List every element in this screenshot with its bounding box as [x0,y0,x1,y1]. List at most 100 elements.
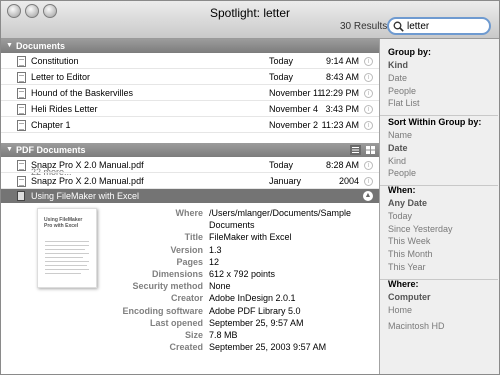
metadata-key: Last opened [149,317,203,328]
result-row[interactable]: Hound of the Baskervilles November 11 12:2… [1,86,379,101]
metadata-row: Title FileMaker with Excel [119,231,379,243]
spotlight-window: Spotlight: letter 30 Results ▼ Documents… [0,0,500,375]
results-count: 30 Results [340,21,388,32]
metadata-value: Adobe InDesign 2.0.1 [209,293,296,304]
result-name: Heli Rides Letter [31,104,98,114]
sidebar-option-home[interactable]: Home [388,305,412,315]
sidebar-option-today[interactable]: Today [388,211,412,221]
sidebar-option-date[interactable]: Date [388,73,407,83]
result-date: November 11 [269,88,323,98]
metadata-row: Where/Users/mlanger/Documents/Sample [119,207,379,219]
info-icon[interactable]: i [364,73,373,82]
sidebar-heading-where: Where: [388,279,419,289]
metadata-value: September 25, 2003 9:57 AM [209,342,327,353]
documents-group-header[interactable]: ▼ Documents [1,39,379,53]
sidebar-option-this-week[interactable]: This Week [388,236,430,246]
result-name: Using FileMaker with Excel [31,191,140,201]
result-date: November 4 [269,104,319,114]
document-icon [17,104,26,115]
sidebar-option-kind[interactable]: Kind [388,60,408,70]
result-time: 2004 [338,176,359,186]
result-time: 11:23 AM [321,120,359,130]
pdf-file-icon [17,191,25,201]
sidebar-option-people[interactable]: People [388,168,416,178]
document-icon [17,56,26,67]
info-icon[interactable]: i [364,161,373,170]
search-field[interactable] [387,17,491,35]
result-date: Today [269,72,294,82]
sidebar-option-this-month[interactable]: This Month [388,249,433,259]
result-row[interactable]: Letter to Editor Today 8:43 AM i [1,70,379,85]
metadata-value: 1.3 [209,244,222,255]
metadata-row: Security method None [119,280,379,292]
metadata-key: Creator [170,293,203,304]
result-time: 3:43 PM [325,104,359,114]
sidebar-option-computer[interactable]: Computer [388,292,431,302]
document-icon [17,88,26,99]
result-name: Constitution [31,56,79,66]
group-label: PDF Documents [16,145,86,155]
metadata-key: Version [170,244,203,255]
search-input[interactable] [407,20,487,33]
results-list: ▼ Documents Constitution Today 9:14 AM i Let… [1,39,379,374]
sidebar-option-people[interactable]: People [388,86,416,96]
collapse-info-icon[interactable]: ▲ [363,191,373,201]
info-icon[interactable]: i [364,121,373,130]
sidebar-option-kind[interactable]: Kind [388,156,406,166]
result-date: Today [269,160,294,170]
result-row[interactable]: Chapter 1 November 2 11:23 AM i [1,118,379,133]
info-icon[interactable]: i [364,57,373,66]
metadata-row: Dimensions 612 x 792 points [119,268,379,280]
sidebar-option-name[interactable]: Name [388,130,412,140]
sidebar-option-any-date[interactable]: Any Date [388,198,427,208]
search-icon [393,21,404,32]
document-icon [17,176,26,187]
document-icon [17,120,26,131]
selected-result-row[interactable]: Using FileMaker with Excel ▲ [1,189,379,203]
grid-view-icon[interactable] [365,145,376,155]
result-time: 12:29 PM [320,88,359,98]
disclosure-down-icon[interactable]: ▼ [6,143,13,157]
metadata-value: 12 [209,256,220,267]
sidebar-option-this-year[interactable]: This Year [388,262,426,272]
result-row[interactable]: Constitution Today 9:14 AM i [1,54,379,69]
metadata-value: None [209,281,231,292]
sidebar-heading-when: When: [388,185,416,195]
metadata-key: Created [169,342,203,353]
info-icon[interactable]: i [364,177,373,186]
sidebar-option-date[interactable]: Date [388,143,408,153]
list-view-icon[interactable] [350,145,361,155]
sidebar-option-macintosh-hd[interactable]: Macintosh HD [388,321,445,331]
sidebar-heading-group-by: Group by: [388,47,431,57]
metadata-row: Size 7.8 MB [119,329,379,341]
metadata-value: FileMaker with Excel [209,232,292,243]
title-bar: Spotlight: letter 30 Results [1,1,499,39]
result-name: Chapter 1 [31,120,71,130]
metadata-row: Version 1.3 [119,244,379,256]
metadata-value: /Users/mlanger/Documents/Sample [209,208,352,218]
info-icon[interactable]: i [364,89,373,98]
result-name: Snapz Pro X 2.0 Manual.pdf [31,176,144,186]
disclosure-down-icon[interactable]: ▼ [6,39,13,53]
metadata-key: Where [175,208,203,218]
result-row[interactable]: Heli Rides Letter November 4 3:43 PM i [1,102,379,117]
result-time: 9:14 AM [325,56,359,66]
result-date: January [269,176,302,186]
document-icon [17,160,26,171]
document-thumbnail[interactable]: Using FileMaker Pro with Excel [37,208,97,288]
result-name: Hound of the Baskervilles [31,88,134,98]
metadata-key: Dimensions [151,269,203,279]
result-name: Snapz Pro X 2.0 Manual.pdf [31,160,144,170]
pdf-group-header[interactable]: ▼ PDF Documents [1,143,379,157]
metadata-value: Adobe PDF Library 5.0 [209,305,301,316]
sidebar: Group by: Kind Date People Flat List Sort Wit… [379,39,499,374]
metadata-row: Creator Adobe InDesign 2.0.1 [119,292,379,304]
sidebar-option-flat-list[interactable]: Flat List [388,98,420,108]
info-icon[interactable]: i [364,105,373,114]
result-time: 8:43 AM [325,72,359,82]
result-name: Letter to Editor [31,72,91,82]
sidebar-option-since-yesterday[interactable]: Since Yesterday [388,224,453,234]
metadata-value: 612 x 792 points [209,269,276,279]
result-row[interactable]: Snapz Pro X 2.0 Manual.pdf January 2004 i [1,174,379,189]
result-row[interactable]: Snapz Pro X 2.0 Manual.pdf Today 8:28 AM i [1,158,379,173]
